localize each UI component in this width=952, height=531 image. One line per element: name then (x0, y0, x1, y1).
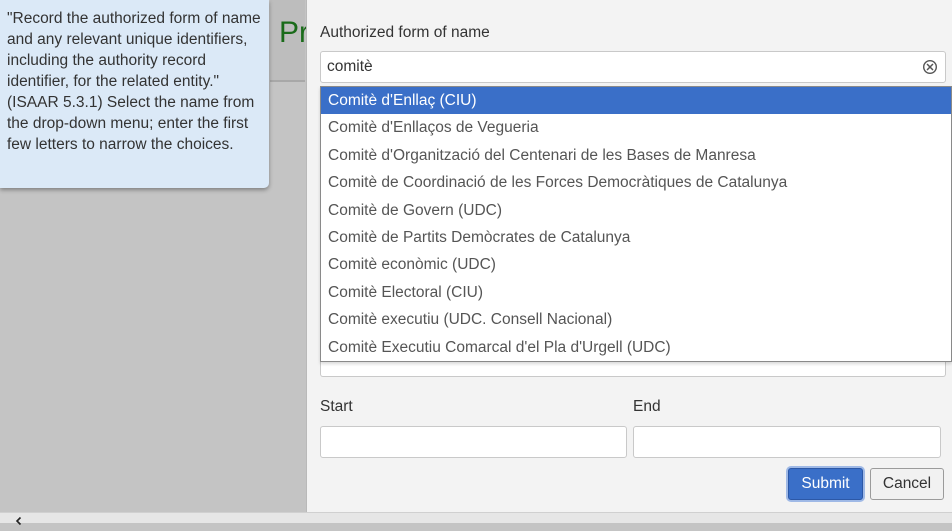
dropdown-option[interactable]: Comitè de Govern (UDC) (321, 197, 951, 224)
dropdown-option[interactable]: Comitè d'Organització del Centenari de l… (321, 142, 951, 169)
dropdown-option[interactable]: Comitè Executiu Comarcal d'el Pla d'Urge… (321, 334, 951, 361)
end-date-label: End (633, 398, 661, 415)
autocomplete-dropdown: Comitè d'Enllaç (CIU) Comitè d'Enllaços d… (320, 86, 952, 362)
dropdown-option[interactable]: Comitè d'Enllaços de Vegueria (321, 114, 951, 141)
help-tooltip: "Record the authorized form of name and … (0, 0, 269, 188)
horizontal-scrollbar[interactable] (0, 512, 952, 526)
dropdown-option[interactable]: Comitè Electoral (CIU) (321, 279, 951, 306)
dropdown-option[interactable]: Comitè d'Enllaç (CIU) (321, 87, 951, 115)
dropdown-option[interactable]: Comitè econòmic (UDC) (321, 251, 951, 278)
submit-button[interactable]: Submit (788, 468, 863, 500)
dropdown-option[interactable]: Comitè de Coordinació de les Forces Demo… (321, 169, 951, 196)
authorized-name-input[interactable] (320, 51, 946, 83)
relation-dialog: Authorized form of name Comitè d'Enllaç … (306, 0, 952, 512)
start-date-input[interactable] (320, 426, 627, 458)
cancel-button[interactable]: Cancel (870, 468, 944, 500)
end-date-input[interactable] (633, 426, 941, 458)
page-title-peek: Pr (279, 16, 309, 49)
header-divider (270, 80, 305, 82)
dropdown-option[interactable]: Comitè executiu (UDC. Consell Nacional) (321, 306, 951, 333)
authorized-name-label: Authorized form of name (320, 24, 490, 41)
dropdown-option[interactable]: Comitè de Partits Demòcrates de Cataluny… (321, 224, 951, 251)
clear-icon[interactable] (922, 59, 938, 75)
authorized-name-combobox (320, 51, 946, 83)
start-date-label: Start (320, 398, 353, 415)
